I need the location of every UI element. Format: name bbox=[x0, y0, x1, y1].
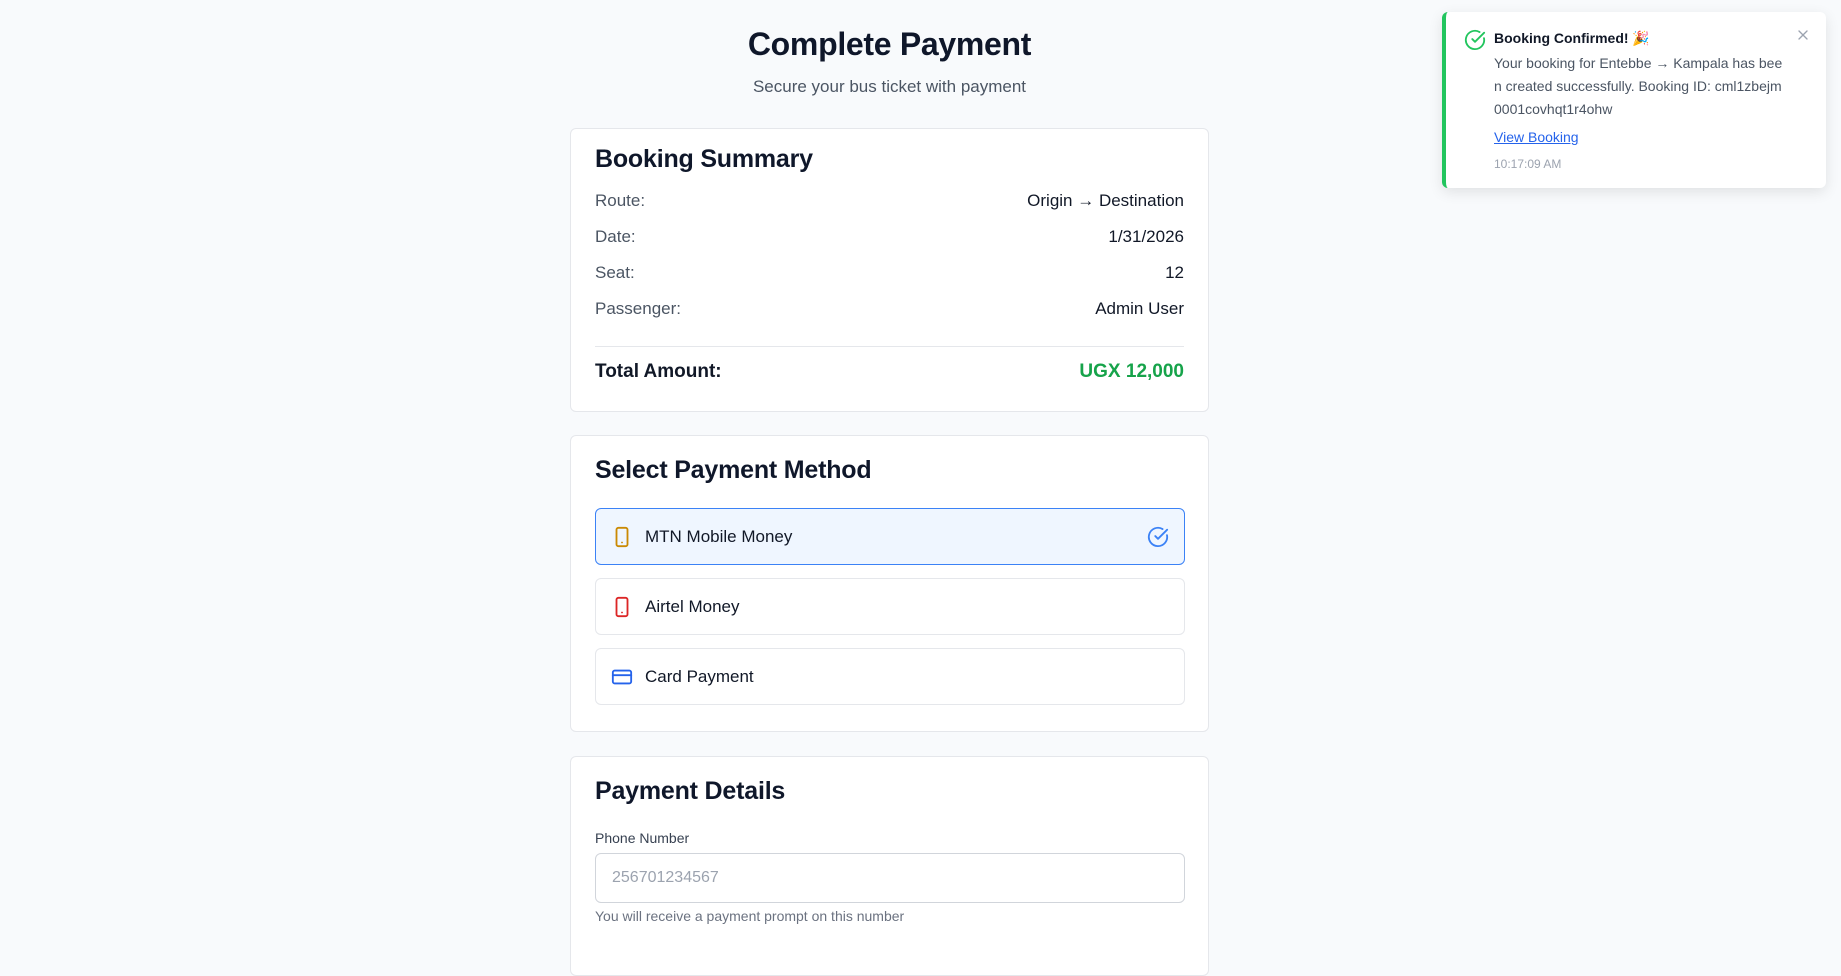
toast-message: Your booking for Entebbe → Kampala has b… bbox=[1494, 55, 1783, 117]
payment-option-airtel[interactable]: Airtel Money bbox=[595, 578, 1185, 635]
summary-value: Origin → Destination bbox=[1027, 191, 1184, 210]
summary-label: Seat: bbox=[595, 263, 635, 282]
total-amount-label: Total Amount: bbox=[595, 361, 722, 382]
payment-option-label: Card Payment bbox=[645, 666, 754, 686]
payment-details-title: Payment Details bbox=[595, 777, 786, 805]
phone-number-hint: You will receive a payment prompt on thi… bbox=[595, 908, 905, 924]
booking-confirmed-toast: Booking Confirmed! 🎉 Your booking for En… bbox=[1442, 12, 1826, 188]
summary-row-passenger: Passenger: Admin User bbox=[595, 299, 1184, 319]
payment-method-title: Select Payment Method bbox=[595, 456, 872, 484]
summary-row-seat: Seat: 12 bbox=[595, 263, 1184, 283]
mobile-phone-icon bbox=[611, 526, 633, 548]
payment-option-label: Airtel Money bbox=[645, 596, 740, 616]
booking-summary-card: Booking Summary Route: Origin → Destinat… bbox=[570, 128, 1209, 412]
summary-value: Admin User bbox=[1095, 299, 1184, 318]
summary-row-date: Date: 1/31/2026 bbox=[595, 227, 1184, 247]
toast-title: Booking Confirmed! 🎉 bbox=[1494, 30, 1650, 46]
payment-option-label: MTN Mobile Money bbox=[645, 526, 793, 546]
toast-timestamp: 10:17:09 AM bbox=[1494, 157, 1562, 171]
payment-option-card[interactable]: Card Payment bbox=[595, 648, 1185, 705]
check-circle-icon bbox=[1464, 29, 1486, 51]
total-amount-row: Total Amount: UGX 12,000 bbox=[595, 361, 1184, 383]
summary-label: Route: bbox=[595, 191, 646, 210]
check-circle-icon bbox=[1147, 526, 1169, 548]
phone-number-input[interactable] bbox=[595, 853, 1185, 903]
summary-divider bbox=[595, 346, 1184, 347]
payment-method-card: Select Payment Method MTN Mobile Money A… bbox=[570, 435, 1209, 732]
phone-number-label: Phone Number bbox=[595, 830, 690, 846]
view-booking-link[interactable]: View Booking bbox=[1494, 129, 1579, 145]
close-icon[interactable] bbox=[1795, 27, 1811, 43]
summary-value: 1/31/2026 bbox=[1108, 227, 1184, 246]
credit-card-icon bbox=[611, 666, 633, 688]
summary-row-route: Route: Origin → Destination bbox=[595, 191, 1184, 211]
summary-label: Date: bbox=[595, 227, 636, 246]
total-amount-value: UGX 12,000 bbox=[1079, 361, 1184, 382]
payment-details-card: Payment Details Phone Number You will re… bbox=[570, 756, 1209, 976]
booking-summary-title: Booking Summary bbox=[595, 145, 813, 173]
mobile-phone-icon bbox=[611, 596, 633, 618]
summary-value: 12 bbox=[1165, 263, 1184, 282]
payment-option-mtn[interactable]: MTN Mobile Money bbox=[595, 508, 1185, 565]
summary-label: Passenger: bbox=[595, 299, 681, 318]
